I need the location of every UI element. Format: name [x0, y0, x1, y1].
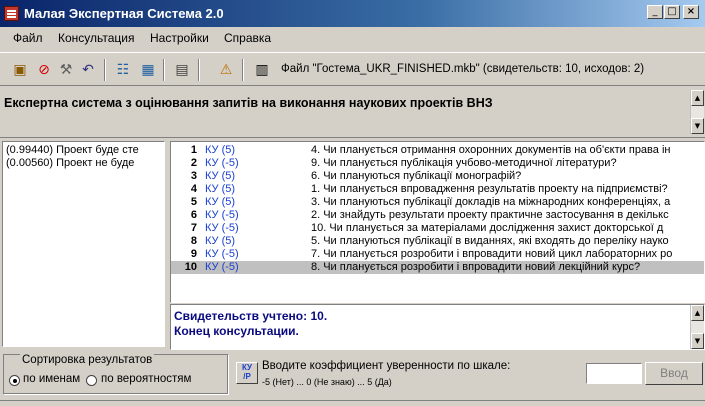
enter-button[interactable]: Ввод: [645, 362, 703, 385]
undo-icon[interactable]: ↶: [78, 60, 98, 80]
menu-settings[interactable]: Настройки: [150, 31, 209, 45]
evidence-question: 8. Чи планується розробити і впровадити …: [311, 261, 641, 273]
scroll-down-button[interactable]: ▼: [691, 118, 704, 134]
warning-icon[interactable]: ⚠: [216, 60, 236, 80]
evidence-row[interactable]: 7 КУ (-5) 10. Чи планується за матеріала…: [171, 222, 704, 235]
message-scrollbar[interactable]: ▲ ▼: [690, 305, 704, 349]
status-bar: [0, 400, 705, 406]
evidence-number: 7: [190, 222, 197, 234]
input-panel: Сортировка результатов по именам по веро…: [0, 350, 705, 400]
window-title: Малая Экспертная Система 2.0: [24, 6, 224, 21]
confidence-scale-hint: -5 (Нет) ... 0 (Не знаю) ... 5 (Да): [262, 377, 392, 387]
app-window: Малая Экспертная Система 2.0 _ □ × Файл …: [0, 0, 705, 406]
menu-file[interactable]: Файл: [13, 31, 43, 45]
header-scrollbar[interactable]: ▲ ▼: [690, 90, 704, 134]
confidence-prompt: Вводите коэффициент уверенности по шкале…: [262, 360, 511, 372]
evidence-confidence: КУ (5): [205, 235, 236, 247]
evidence-question: 2. Чи знайдуть результати проекту практи…: [311, 209, 669, 221]
maximize-button[interactable]: □: [664, 5, 680, 19]
scroll-up-button[interactable]: ▲: [691, 90, 704, 106]
evidence-confidence: КУ (-5): [205, 209, 239, 221]
tools-icon[interactable]: ⚒: [56, 60, 76, 80]
evidence-number: 3: [190, 170, 197, 182]
evidence-row[interactable]: 1 КУ (5) 4. Чи планується отримання охор…: [171, 144, 704, 157]
evidence-row[interactable]: 8 КУ (5) 5. Чи плануються публікації в в…: [171, 235, 704, 248]
toolbar-separator: [242, 59, 244, 81]
sort-by-probability-radio[interactable]: [86, 375, 97, 386]
toolbar-separator: [104, 59, 106, 81]
evidence-confidence: КУ (-5): [205, 157, 239, 169]
confidence-scale-button[interactable]: КУ /Р: [236, 362, 258, 384]
minimize-button[interactable]: _: [647, 5, 663, 19]
outcome-item[interactable]: (0.99440) Проект буде сте: [6, 144, 139, 156]
menu-bar: Файл Консультация Настройки Справка: [0, 27, 705, 47]
ky-label: КУ: [241, 363, 253, 372]
toolbar-separator: [198, 59, 200, 81]
evidence-question: 10. Чи планується за матеріалами дослідж…: [311, 222, 664, 234]
evidence-confidence: КУ (-5): [205, 261, 239, 273]
evidence-confidence: КУ (5): [205, 144, 236, 156]
evidence-question: 1. Чи планується впровадження результаті…: [311, 183, 668, 195]
evidence-row[interactable]: 3 КУ (5) 6. Чи плануються публікації мон…: [171, 170, 704, 183]
evidence-question: 9. Чи планується публікація учбово-метод…: [311, 157, 617, 169]
info-icon: ▥: [255, 62, 269, 78]
evidence-number: 5: [190, 196, 197, 208]
sort-by-probability-label[interactable]: по вероятностям: [101, 373, 191, 385]
evidence-row[interactable]: 9 КУ (-5) 7. Чи планується розробити і в…: [171, 248, 704, 261]
scroll-down-button[interactable]: ▼: [691, 333, 704, 349]
evidence-question: 4. Чи планується отримання охоронних док…: [311, 144, 671, 156]
sort-by-name-label[interactable]: по именам: [23, 373, 80, 385]
evidence-count-message: Свидетельств учтено: 10.: [174, 309, 328, 323]
confidence-input[interactable]: [586, 363, 642, 384]
open-icon[interactable]: ▣: [10, 60, 30, 80]
menu-consultation[interactable]: Консультация: [58, 31, 134, 45]
evidence-number: 8: [190, 235, 197, 247]
evidence-row-selected[interactable]: 10 КУ (-5) 8. Чи планується розробити і …: [171, 261, 704, 274]
evidence-number: 9: [190, 248, 197, 260]
evidence-confidence: КУ (5): [205, 183, 236, 195]
evidence-number: 6: [190, 209, 197, 221]
outcomes-list[interactable]: (0.99440) Проект буде сте (0.00560) Прое…: [2, 141, 165, 347]
stop-icon[interactable]: ⊘: [34, 60, 54, 80]
file-info: Файл "Гостема_UKR_FINISHED.mkb" (свидете…: [281, 63, 645, 75]
grid-icon[interactable]: ▦: [138, 60, 158, 80]
consultation-end-message: Конец консультации.: [174, 324, 299, 338]
scroll-up-button[interactable]: ▲: [691, 305, 704, 321]
evidence-row[interactable]: 4 КУ (5) 1. Чи планується впровадження р…: [171, 183, 704, 196]
sort-by-name-radio[interactable]: [9, 375, 20, 386]
title-bar: Малая Экспертная Система 2.0 _ □ ×: [0, 0, 705, 27]
settings-icon[interactable]: ▤: [172, 60, 192, 80]
toolbar: ▣ ⊘ ⚒ ↶ ☷ ▦ ▤ ⚠ ▥ Файл "Гостема_UKR_FINI…: [0, 52, 705, 86]
app-icon[interactable]: [4, 6, 19, 21]
evidence-number: 10: [184, 261, 197, 273]
evidence-confidence: КУ (-5): [205, 222, 239, 234]
evidence-question: 3. Чи плануються публікації докладів на …: [311, 196, 671, 208]
system-title: Експертна система з оцінювання запитів н…: [4, 96, 493, 110]
evidence-confidence: КУ (-5): [205, 248, 239, 260]
evidence-confidence: КУ (5): [205, 170, 236, 182]
evidence-list[interactable]: 1 КУ (5) 4. Чи планується отримання охор…: [170, 141, 705, 303]
evidence-row[interactable]: 2 КУ (-5) 9. Чи планується публікація уч…: [171, 157, 704, 170]
close-button[interactable]: ×: [683, 5, 699, 19]
evidence-confidence: КУ (5): [205, 196, 236, 208]
evidence-question: 5. Чи плануються публікації в виданнях, …: [311, 235, 669, 247]
evidence-row[interactable]: 5 КУ (5) 3. Чи плануються публікації док…: [171, 196, 704, 209]
outcome-item[interactable]: (0.00560) Проект не буде: [6, 157, 134, 169]
sort-group-label: Сортировка результатов: [20, 354, 155, 366]
evidence-number: 2: [190, 157, 197, 169]
evidence-number: 4: [190, 183, 197, 195]
menu-help[interactable]: Справка: [224, 31, 271, 45]
evidence-question: 6. Чи плануються публікації монографій?: [311, 170, 522, 182]
p-label: /Р: [243, 372, 251, 381]
sort-group: Сортировка результатов по именам по веро…: [3, 354, 228, 394]
message-box: Свидетельств учтено: 10. Конец консульта…: [170, 304, 705, 350]
toolbar-separator: [163, 59, 165, 81]
evidence-row[interactable]: 6 КУ (-5) 2. Чи знайдуть результати прое…: [171, 209, 704, 222]
list-icon[interactable]: ☷: [113, 60, 133, 80]
evidence-question: 7. Чи планується розробити і впровадити …: [311, 248, 673, 260]
evidence-number: 1: [190, 144, 197, 156]
header-panel: Експертна система з оцінювання запитів н…: [0, 86, 705, 138]
